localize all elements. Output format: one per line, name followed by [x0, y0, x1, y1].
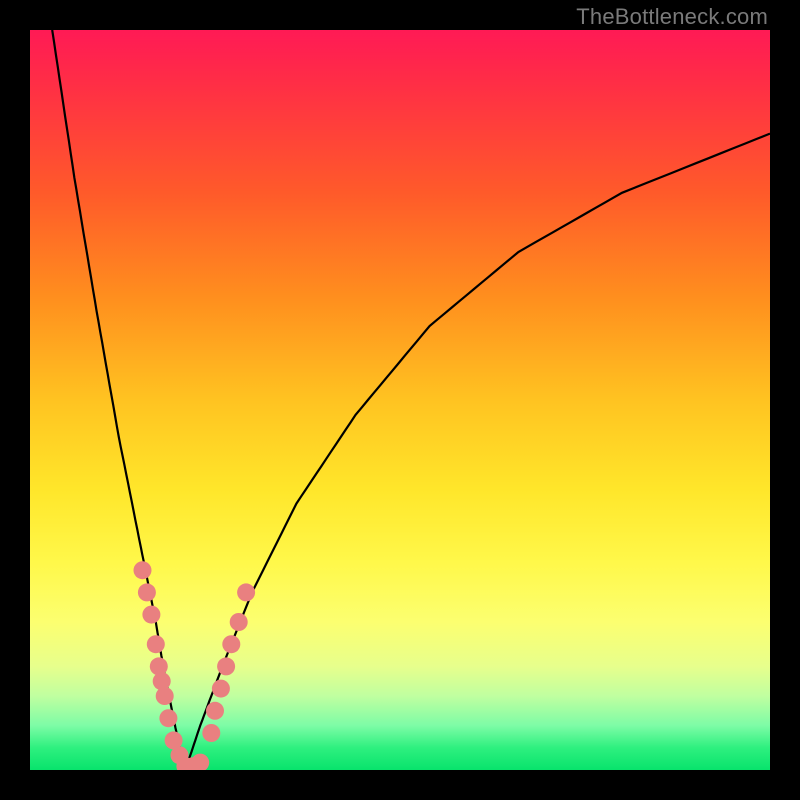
data-dot	[156, 687, 174, 705]
curve-layer	[30, 30, 770, 770]
data-dot	[159, 709, 177, 727]
data-dot	[153, 672, 171, 690]
data-dot	[202, 724, 220, 742]
outer-frame: TheBottleneck.com	[0, 0, 800, 800]
data-dot	[147, 635, 165, 653]
data-dots	[134, 561, 256, 770]
data-dot	[142, 606, 160, 624]
plot-area	[30, 30, 770, 770]
data-dot	[134, 561, 152, 579]
curve-right-branch	[185, 134, 770, 770]
data-dot	[222, 635, 240, 653]
data-dot	[217, 657, 235, 675]
data-dot	[138, 583, 156, 601]
curve-left-branch	[52, 30, 185, 770]
data-dot	[230, 613, 248, 631]
data-dot	[237, 583, 255, 601]
data-dot	[206, 702, 224, 720]
data-dot	[212, 680, 230, 698]
watermark-label: TheBottleneck.com	[576, 4, 768, 30]
data-dot	[191, 754, 209, 770]
